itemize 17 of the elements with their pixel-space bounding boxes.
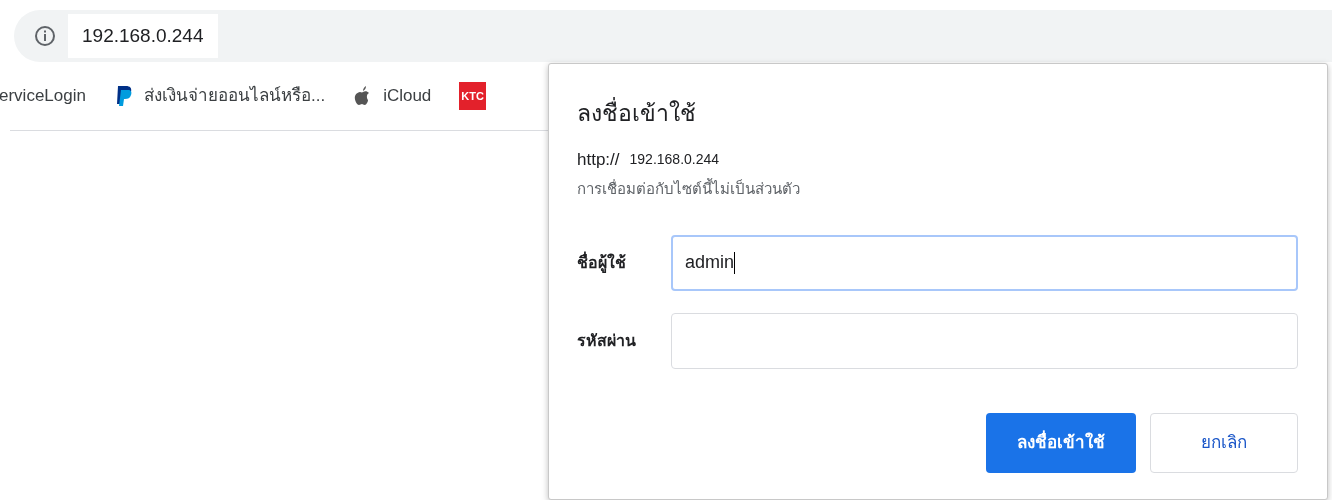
bookmark-label[interactable]: erviceLogin [0,83,86,109]
url-scheme: http:// [577,148,620,171]
dialog-title: ลงชื่อเข้าใช้ [577,96,1298,131]
url-text: 192.168.0.244 [68,14,218,58]
info-icon[interactable] [34,25,56,47]
bookmark-label[interactable]: ส่งเงินจ่ายออนไลน์หรือ... [143,83,326,109]
bookmark-label[interactable]: iCloud [383,83,432,109]
input-field[interactable]: admin [671,234,1298,291]
url-host: 192.168.0.244 [629,149,720,169]
field-label: รหัสผ่าน [577,330,637,351]
sign-in-button[interactable]: ลงชื่อเข้าใช้ [986,412,1136,473]
privacy-warning: การเชื่อมต่อกับไซต์นี้ไม่เป็นส่วนตัว [577,178,801,199]
input-field[interactable] [671,312,1298,369]
field-label: ชื่อผู้ใช้ [577,250,627,275]
address-bar[interactable]: 192.168.0.244 [14,10,1332,62]
cancel-button[interactable]: ยกเลิก [1150,412,1298,473]
bookmark-label[interactable]: KTC [459,81,486,111]
